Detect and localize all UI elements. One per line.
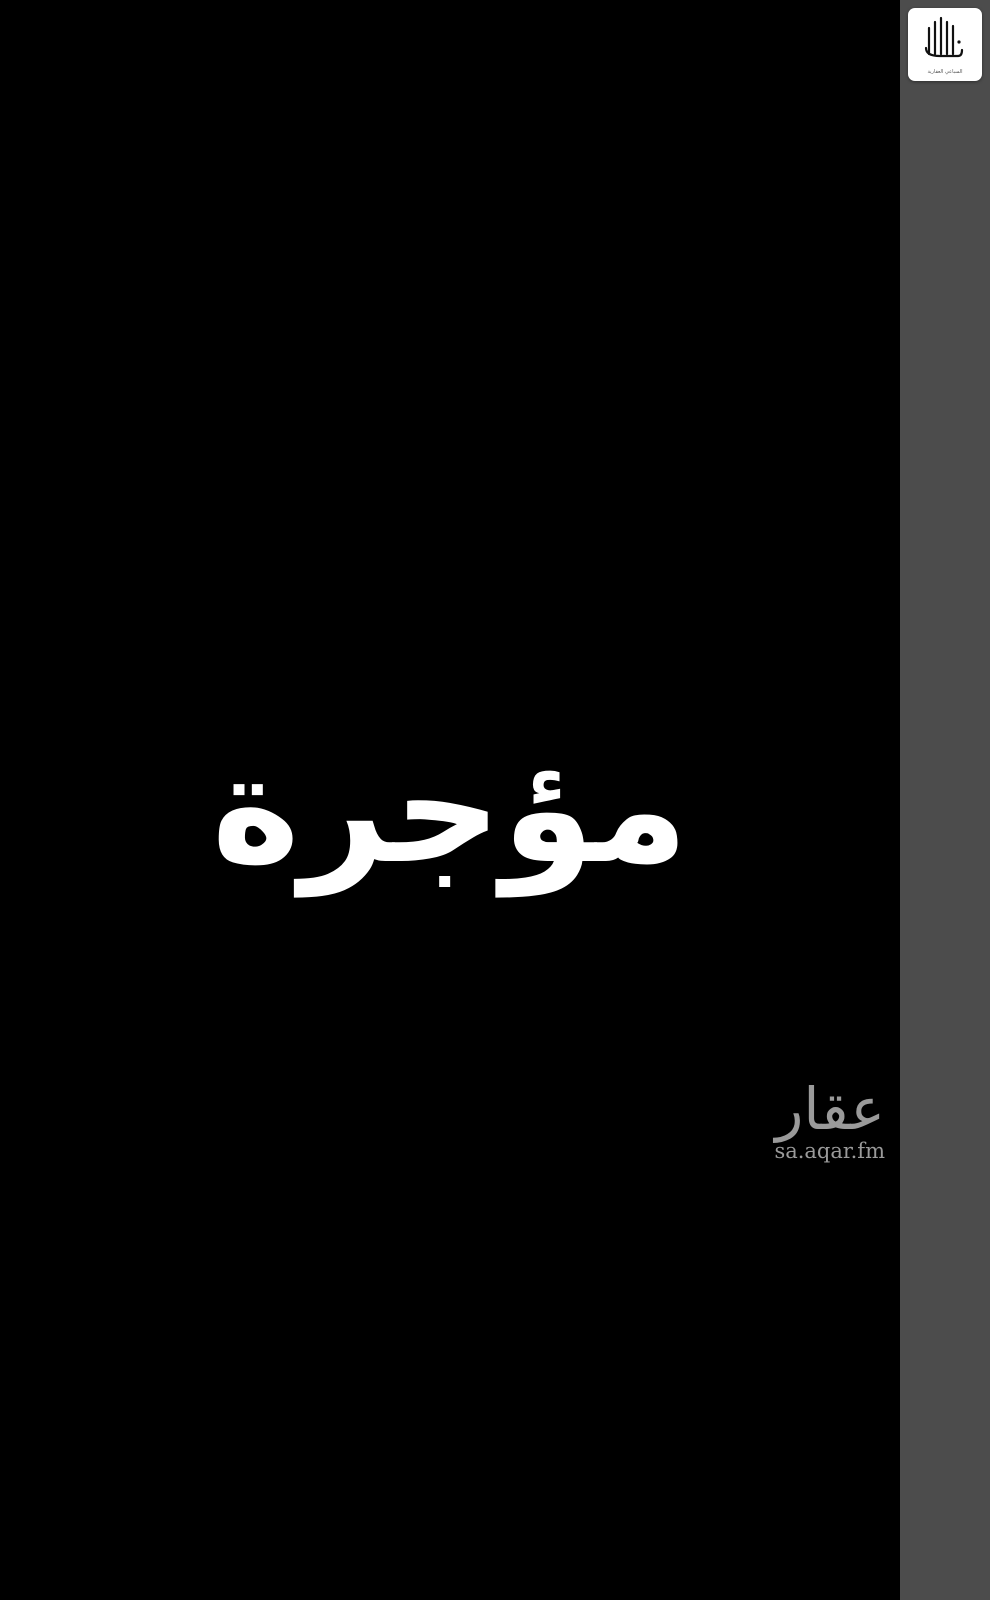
rented-headline: مؤجرة [211,723,689,897]
image-canvas: مؤجرة عقار sa.aqar.fm السباعي العقارية [0,0,990,1600]
logo-caption: السباعي العقارية [927,69,963,75]
listing-photo: مؤجرة عقار sa.aqar.fm [0,0,900,1600]
tall-letters-logo-icon [924,16,964,58]
watermark-arabic-text: عقار [775,1075,885,1143]
aqar-watermark: عقار sa.aqar.fm [730,1078,885,1168]
agency-logo: السباعي العقارية [908,8,982,81]
watermark-url-text: sa.aqar.fm [774,1139,885,1163]
